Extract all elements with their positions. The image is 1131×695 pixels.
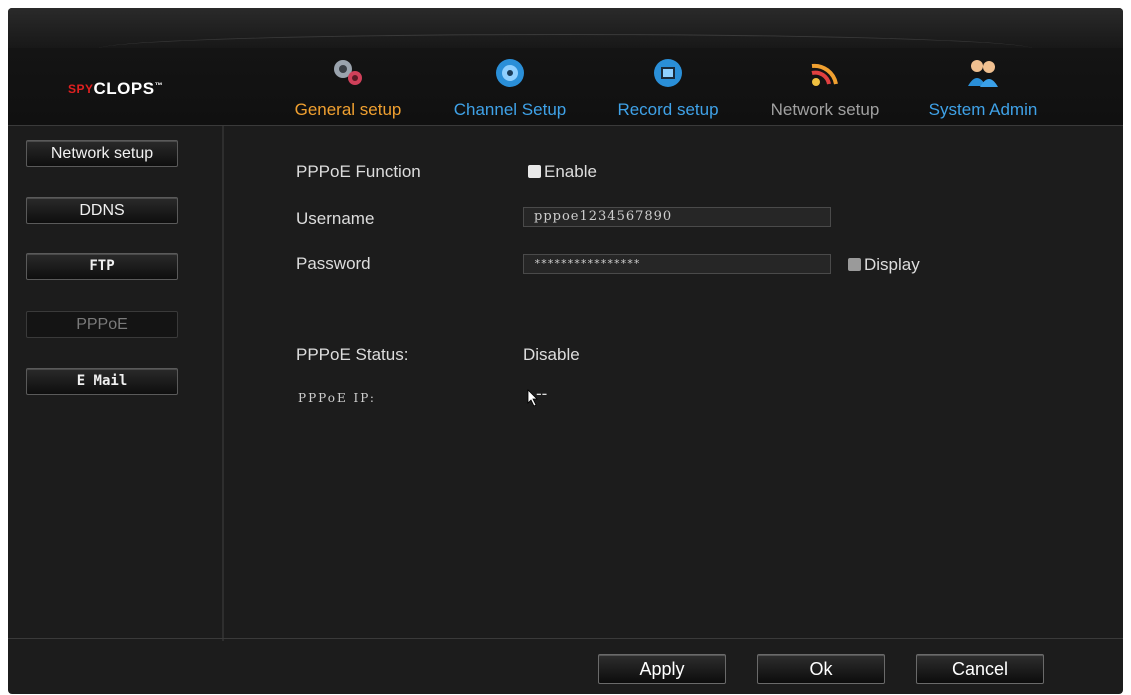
pppoe-ip-label: PPPoE IP: — [298, 391, 376, 405]
display-checkbox[interactable] — [848, 258, 861, 271]
username-label: Username — [296, 209, 375, 228]
pppoe-function-label: PPPoE Function — [296, 162, 421, 181]
enable-checkbox[interactable] — [528, 165, 541, 178]
pppoe-status-value: Disable — [523, 345, 580, 364]
sidebar-divider — [222, 126, 224, 641]
sidebar-item-ddns[interactable]: DDNS — [26, 197, 178, 224]
sidebar-item-network-setup[interactable]: Network setup — [26, 140, 178, 167]
users-icon — [968, 60, 998, 87]
nav-network-setup[interactable]: Network setup — [760, 48, 890, 126]
ok-button[interactable]: Ok — [757, 654, 885, 684]
dvr-settings-window: SPYCLOPS™ General setup Channel Setup Re… — [8, 8, 1123, 694]
nav-channel-setup[interactable]: Channel Setup — [440, 48, 580, 126]
password-label: Password — [296, 254, 371, 273]
apply-button[interactable]: Apply — [598, 654, 726, 684]
nav-system-admin[interactable]: System Admin — [918, 48, 1048, 126]
pppoe-status-label: PPPoE Status: — [296, 345, 409, 364]
wifi-icon — [811, 63, 838, 86]
header-bar: SPYCLOPS™ General setup Channel Setup Re… — [8, 48, 1123, 126]
nav-general-setup[interactable]: General setup — [283, 48, 413, 126]
gears-icon — [334, 60, 362, 85]
nav-record-setup-label: Record setup — [617, 100, 719, 119]
sidebar-item-pppoe[interactable]: PPPoE — [26, 311, 178, 338]
sidebar-item-email[interactable]: E Mail — [26, 368, 178, 395]
display-label: Display — [864, 255, 920, 274]
enable-label: Enable — [544, 162, 597, 181]
top-bevel — [8, 8, 1123, 48]
nav-general-setup-label: General setup — [294, 100, 402, 119]
sidebar-item-ftp[interactable]: FTP — [26, 253, 178, 280]
spyclops-logo: SPYCLOPS™ — [68, 79, 164, 98]
nav-network-setup-label: Network setup — [770, 100, 880, 119]
password-field[interactable]: **************** — [523, 254, 831, 274]
nav-system-admin-label: System Admin — [928, 100, 1038, 119]
footer-divider — [8, 638, 1123, 639]
nav-channel-setup-label: Channel Setup — [453, 100, 567, 119]
cancel-button[interactable]: Cancel — [916, 654, 1044, 684]
mouse-cursor-icon — [527, 389, 538, 407]
nav-record-setup[interactable]: Record setup — [603, 48, 733, 126]
camera-icon — [496, 59, 524, 87]
record-icon — [654, 59, 682, 87]
username-field[interactable]: pppoe1234567890 — [523, 207, 831, 227]
